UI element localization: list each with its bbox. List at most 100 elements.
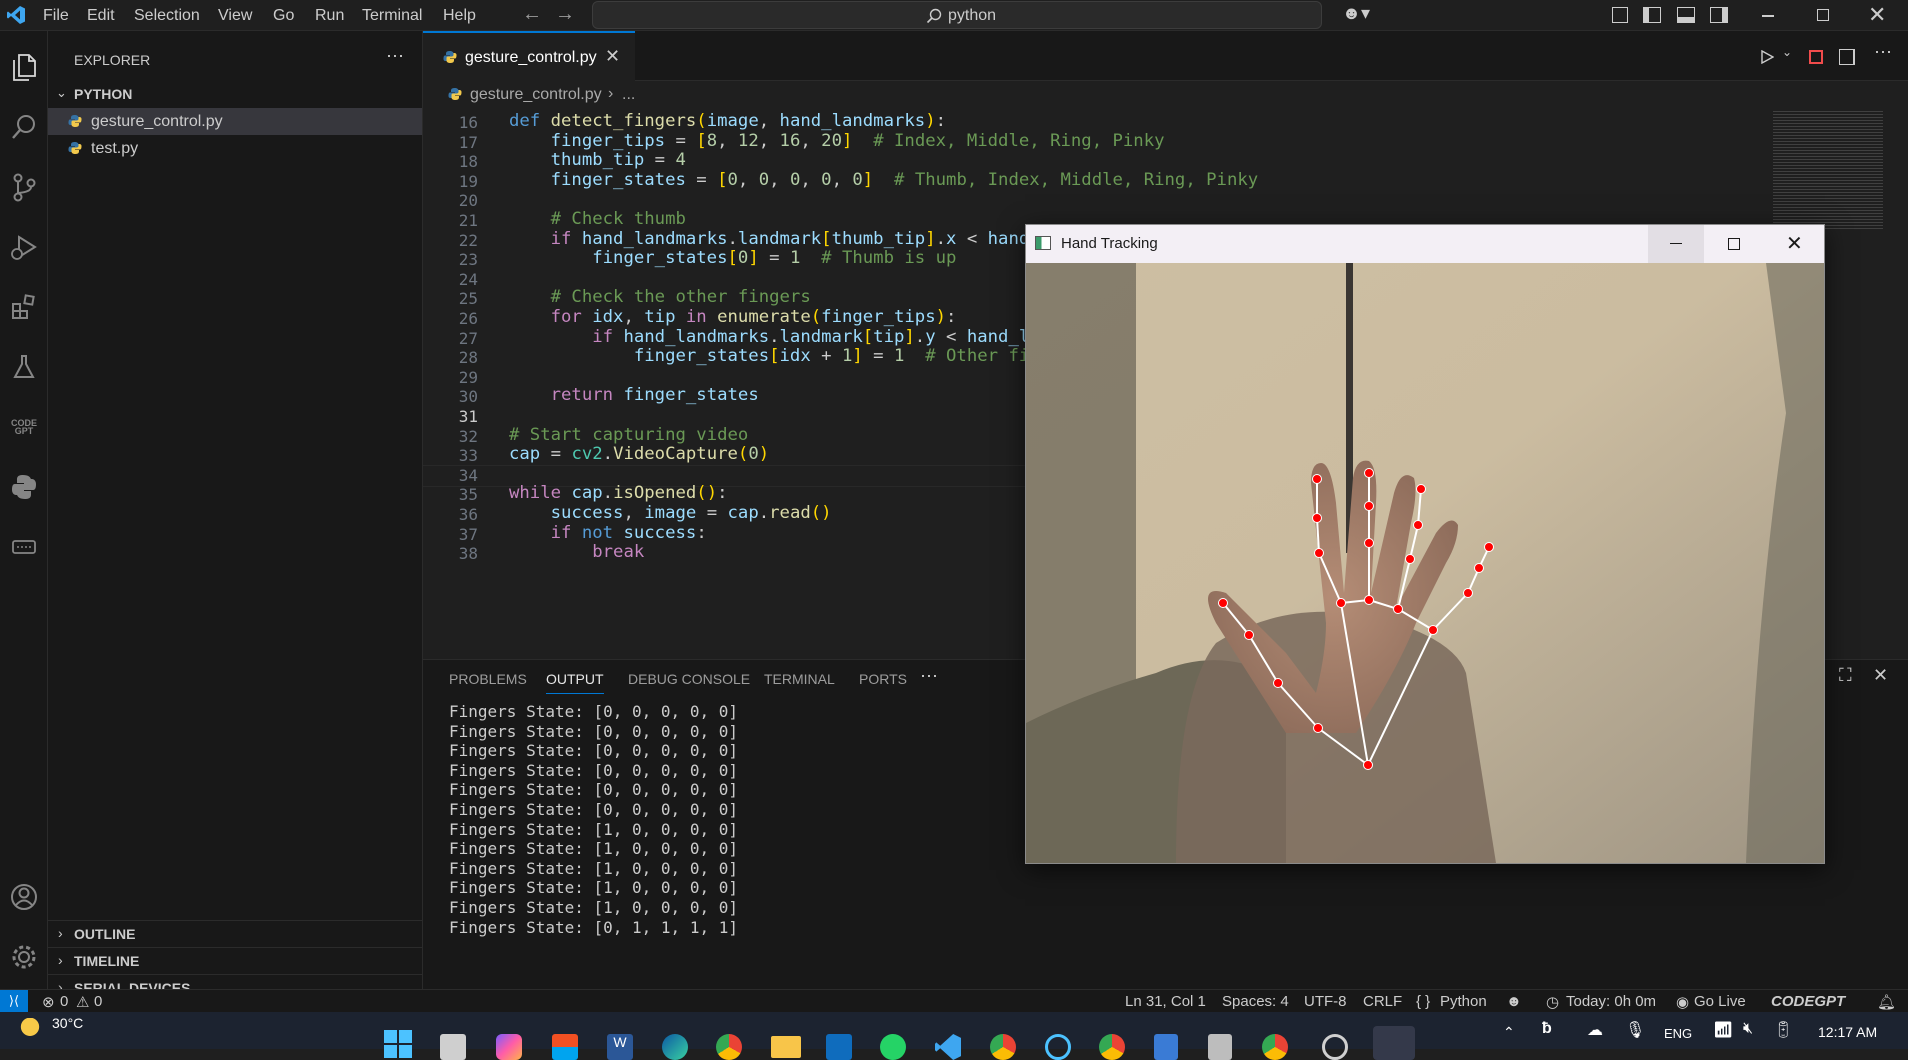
keyboard-icon[interactable] [8,531,40,563]
app-c-icon[interactable] [1045,1034,1071,1060]
command-center-search[interactable]: python [592,1,1322,29]
testing-flask-icon[interactable] [8,351,40,383]
indentation[interactable]: Spaces: 4 [1222,993,1289,1010]
menu-help[interactable]: Help [443,7,476,25]
close-panel-icon[interactable]: ✕ [1873,665,1888,686]
tray-chevron-icon[interactable]: ⌃ [1503,1024,1515,1041]
menu-selection[interactable]: Selection [134,7,200,25]
source-control-icon[interactable] [8,171,40,203]
hand-maximize-button[interactable] [1704,225,1764,263]
breadcrumb-symbol[interactable]: ... [622,86,635,104]
chrome-profile-3-icon[interactable] [1262,1034,1288,1060]
volume-muted-icon[interactable]: 🔇︎ [1743,1020,1753,1038]
menu-terminal[interactable]: Terminal [362,7,422,25]
eol[interactable]: CRLF [1363,993,1402,1010]
section-timeline[interactable]: › TIMELINE [48,947,422,974]
minimap[interactable] [1773,109,1883,229]
settings-gear-icon[interactable] [8,941,40,973]
chrome-icon[interactable] [716,1034,742,1060]
outlook-icon[interactable] [826,1034,852,1060]
stop-icon[interactable] [1809,50,1823,64]
chrome-profile-2-icon[interactable] [1099,1034,1125,1060]
panel-more-icon[interactable]: ⋯ [920,666,938,687]
hand-window-titlebar[interactable]: Hand Tracking ✕ [1026,225,1824,263]
menu-go[interactable]: Go [273,7,294,25]
tab-output[interactable]: OUTPUT [546,671,604,694]
error-icon[interactable]: ⊗ [42,993,55,1011]
remote-indicator[interactable]: ⟩⟨ [0,990,28,1014]
taskbar-app-search-icon[interactable] [440,1034,466,1060]
wakatime-today[interactable]: Today: 0h 0m [1566,993,1656,1010]
hand-minimize-button[interactable] [1648,225,1704,263]
back-arrow-icon[interactable]: ← [522,3,542,26]
more-actions-icon[interactable]: ⋯ [386,46,404,67]
chrome-profile-icon[interactable] [990,1034,1016,1060]
close-window-icon[interactable]: ✕ [1868,2,1886,28]
clock-time[interactable]: 12:17 AM [1818,1024,1877,1040]
editor-more-icon[interactable]: ⋯ [1874,42,1892,63]
codegpt-icon[interactable]: CODE GPT [8,411,40,443]
app-generic-icon[interactable] [1208,1034,1232,1060]
toggle-secondary-sidebar-icon[interactable] [1710,7,1728,23]
split-editor-icon[interactable] [1839,49,1855,65]
go-live-button[interactable]: Go Live [1694,993,1746,1010]
tab-terminal[interactable]: TERMINAL [764,671,835,687]
breadcrumb-file[interactable]: gesture_control.py [470,86,602,104]
menu-file[interactable]: File [43,7,69,25]
forward-arrow-icon[interactable]: → [555,3,575,26]
bell-icon[interactable]: 🔔︎ [1877,993,1896,1011]
copilot-icon[interactable]: ☻▾ [1342,3,1370,24]
layout-customize-icon[interactable] [1612,7,1628,23]
wifi-icon[interactable]: 📶︎ [1713,1020,1733,1040]
file-test[interactable]: test.py [48,135,422,162]
weather-icon[interactable] [12,1018,42,1040]
close-tab-icon[interactable]: ✕ [605,46,620,67]
onedrive-icon[interactable]: ☁ [1587,1020,1603,1040]
vscode-taskbar-icon[interactable] [935,1034,961,1060]
battery-icon[interactable]: 🔋︎ [1773,1020,1793,1040]
codegpt-status[interactable]: CODEGPT [1771,993,1845,1010]
folder-python[interactable]: ⌄ PYTHON [48,81,422,108]
start-windows-icon[interactable] [384,1030,412,1058]
search-sidebar-icon[interactable] [8,111,40,143]
menu-edit[interactable]: Edit [87,7,115,25]
run-debug-icon[interactable] [8,231,40,263]
store-icon[interactable] [552,1034,578,1060]
toggle-sidebar-icon[interactable] [1643,7,1661,23]
whatsapp-icon[interactable] [880,1034,906,1060]
extensions-icon[interactable] [8,291,40,323]
copilot-status-icon[interactable]: ☻ [1506,993,1522,1010]
accounts-icon[interactable] [8,881,40,913]
section-outline[interactable]: › OUTLINE [48,920,422,947]
run-dropdown-icon[interactable]: ⌄ [1782,45,1792,59]
word-icon[interactable]: W [607,1034,633,1060]
tray-app-icon[interactable]: ƀ [1542,1020,1552,1038]
python-icon[interactable] [8,471,40,503]
cursor-position[interactable]: Ln 31, Col 1 [1125,993,1206,1010]
error-count[interactable]: 0 [60,993,68,1010]
explorer-icon[interactable] [8,51,40,83]
run-file-icon[interactable] [1760,50,1774,64]
encoding[interactable]: UTF-8 [1304,993,1347,1010]
language-indicator[interactable]: ENG [1664,1026,1692,1041]
restore-icon[interactable] [1817,9,1829,21]
menu-run[interactable]: Run [315,7,344,25]
file-gesture-control[interactable]: gesture_control.py [48,108,422,135]
tab-problems[interactable]: PROBLEMS [449,671,527,687]
hand-close-button[interactable]: ✕ [1764,225,1824,263]
copilot-app-icon[interactable] [496,1034,522,1060]
menu-view[interactable]: View [218,7,252,25]
notepad-icon[interactable] [1154,1034,1178,1060]
file-explorer-icon[interactable] [771,1036,801,1058]
warning-icon[interactable]: ⚠ [76,993,89,1011]
toggle-panel-icon[interactable] [1677,7,1695,23]
tab-debug-console[interactable]: DEBUG CONSOLE [628,671,750,687]
tab-ports[interactable]: PORTS [859,671,907,687]
maximize-panel-icon[interactable]: ⛶ [1839,665,1852,686]
language-mode[interactable]: Python [1440,993,1487,1010]
minimize-icon[interactable] [1762,15,1774,17]
obs-icon[interactable] [1322,1034,1348,1060]
python-running-app-icon[interactable] [1373,1026,1415,1060]
microphone-icon[interactable]: 🎙︎ [1625,1020,1645,1040]
weather-temp[interactable]: 30°C [52,1015,83,1031]
